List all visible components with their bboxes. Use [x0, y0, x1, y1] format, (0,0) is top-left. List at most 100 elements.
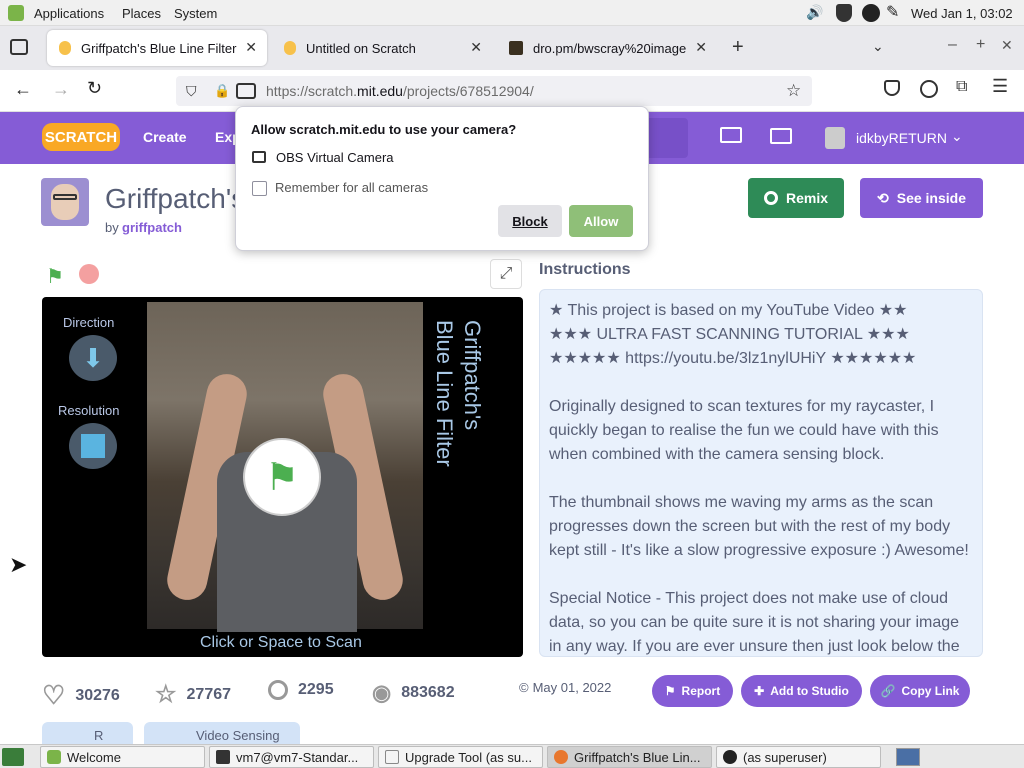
camera-permission-icon[interactable]	[236, 83, 256, 99]
see-inside-button[interactable]: ⟲ See inside	[860, 178, 983, 218]
app-menu-icon[interactable]: ☰	[992, 76, 1008, 97]
tab-dropm[interactable]: dro.pm/bwscray%20image ✕	[497, 30, 717, 66]
pen-icon[interactable]: ✎	[886, 2, 899, 22]
steam-icon[interactable]	[862, 4, 880, 22]
menu-places[interactable]: Places	[122, 6, 161, 21]
firefox-icon	[554, 750, 568, 764]
minimize-icon[interactable]: –	[948, 36, 957, 54]
glasses-shape	[53, 194, 77, 200]
user-dropdown-chevron-icon[interactable]: ⌄	[951, 128, 963, 145]
tab-griffpatch[interactable]: Griffpatch's Blue Line Filter ✕	[47, 30, 267, 66]
project-title[interactable]: Griffpatch's	[105, 183, 245, 215]
close-tab-icon[interactable]: ✕	[245, 39, 257, 56]
close-window-icon[interactable]: ✕	[1001, 37, 1013, 54]
terminal-icon	[216, 750, 230, 764]
pocket-icon[interactable]	[884, 80, 900, 96]
copy-link-button[interactable]: 🔗 Copy Link	[870, 675, 970, 707]
resolution-button[interactable]	[69, 423, 117, 469]
side-title-line1: Griffpatch's	[460, 320, 485, 431]
remix-button[interactable]: Remix	[748, 178, 844, 218]
tab-title: dro.pm/bwscray%20image	[533, 40, 687, 56]
close-tab-icon[interactable]: ✕	[470, 39, 482, 56]
allow-button[interactable]: Allow	[569, 205, 633, 237]
project-stage[interactable]: Direction ⬇ Resolution ⚑ Griffpatch's Bl…	[42, 297, 523, 657]
direction-arrow-button[interactable]: ⬇	[69, 335, 117, 381]
back-icon[interactable]: ←	[14, 79, 32, 100]
heart-icon: ♡	[42, 680, 66, 710]
workspace-switcher-icon[interactable]	[896, 748, 920, 766]
fullscreen-icon[interactable]: ⤢	[490, 259, 522, 289]
plus-icon: ✚	[754, 684, 765, 698]
messages-icon[interactable]	[720, 127, 742, 143]
reload-icon[interactable]: ↻	[87, 78, 102, 99]
username[interactable]: idkbyRETURN	[856, 130, 947, 146]
author-avatar[interactable]	[41, 178, 89, 226]
resolution-label: Resolution	[58, 403, 120, 418]
extension-tab-video-sensing[interactable]: Video Sensing	[144, 722, 300, 744]
extension-tab-1[interactable]: R	[42, 722, 133, 744]
show-desktop-icon[interactable]	[2, 748, 24, 766]
scratch-logo[interactable]: SCRATCH	[42, 123, 120, 151]
volume-icon[interactable]: 🔊	[806, 4, 823, 21]
report-button[interactable]: ⚑ Report	[652, 675, 733, 707]
remember-checkbox[interactable]	[252, 181, 267, 196]
extensions-icon[interactable]: ⧉	[956, 78, 967, 96]
link-icon: 🔗	[880, 684, 896, 698]
url-text[interactable]: https://scratch.mit.edu/projects/6785129…	[266, 83, 534, 99]
upgrade-icon	[385, 750, 399, 764]
new-tab-icon[interactable]: +	[732, 36, 744, 59]
forward-icon[interactable]: →	[52, 79, 70, 100]
task-terminal[interactable]: vm7@vm7-Standar...	[209, 746, 374, 768]
square-icon	[81, 434, 105, 458]
see-inside-label: See inside	[896, 190, 966, 206]
bookmark-star-icon[interactable]: ☆	[786, 81, 801, 101]
click-to-scan-text: Click or Space to Scan	[200, 634, 362, 651]
tab-untitled[interactable]: Untitled on Scratch ✕	[272, 30, 492, 66]
tab-title: Untitled on Scratch	[306, 40, 416, 56]
close-tab-icon[interactable]: ✕	[695, 39, 707, 56]
play-flag-icon: ⚑	[264, 456, 300, 499]
see-inside-icon: ⟲	[877, 189, 889, 206]
list-tabs-icon[interactable]: ⌄	[872, 38, 884, 55]
shield-icon[interactable]	[836, 4, 852, 22]
copyright-icon: ©	[519, 680, 529, 695]
task-superuser[interactable]: (as superuser)	[716, 746, 881, 768]
clock[interactable]: Wed Jan 1, 03:02	[911, 6, 1013, 21]
star-icon: ☆	[155, 681, 177, 708]
stop-icon[interactable]	[79, 264, 99, 284]
remix-label: Remix	[785, 190, 829, 206]
url-bar[interactable]: ⛉ 🔒 https://scratch.mit.edu/projects/678…	[176, 76, 812, 106]
add-to-studio-button[interactable]: ✚ Add to Studio	[741, 675, 862, 707]
task-firefox[interactable]: Griffpatch's Blue Lin...	[547, 746, 712, 768]
favorite-stat[interactable]: ☆ 27767	[155, 680, 231, 709]
view-count: 883682	[401, 684, 455, 701]
tab-overview-icon[interactable]	[10, 39, 28, 55]
remix-stat: 2295	[268, 680, 334, 700]
account-icon[interactable]	[920, 80, 938, 98]
green-flag-icon[interactable]: ⚑	[46, 264, 64, 289]
eye-icon: ◉	[372, 680, 392, 705]
task-welcome[interactable]: Welcome	[40, 746, 205, 768]
popup-title: Allow scratch.mit.edu to use your camera…	[251, 122, 517, 137]
instructions-paragraph: ★ This project is based on my YouTube Vi…	[549, 302, 917, 367]
nav-create[interactable]: Create	[143, 129, 187, 145]
mint-menu-icon[interactable]	[8, 5, 24, 21]
avatar[interactable]	[825, 127, 845, 149]
instructions-box[interactable]: ★ This project is based on my YouTube Vi…	[539, 289, 983, 657]
my-stuff-folder-icon[interactable]	[770, 128, 792, 144]
remember-label: Remember for all cameras	[275, 180, 429, 195]
lock-icon[interactable]: 🔒	[214, 83, 230, 99]
love-stat[interactable]: ♡ 30276	[42, 680, 120, 711]
menu-applications[interactable]: Applications	[34, 6, 104, 21]
maximize-icon[interactable]: +	[976, 36, 985, 54]
play-overlay-button[interactable]: ⚑	[243, 438, 321, 516]
block-button[interactable]: Block	[498, 205, 562, 237]
remix-count-icon	[268, 680, 288, 700]
share-date: © May 01, 2022	[519, 680, 611, 695]
side-title-line2: Blue Line Filter	[432, 320, 457, 467]
menu-system[interactable]: System	[174, 6, 217, 21]
tracking-shield-icon[interactable]: ⛉	[186, 83, 197, 100]
task-upgrade-tool[interactable]: Upgrade Tool (as su...	[378, 746, 543, 768]
mouse-cursor-icon: ➤	[9, 552, 28, 577]
author-link[interactable]: griffpatch	[122, 220, 182, 235]
